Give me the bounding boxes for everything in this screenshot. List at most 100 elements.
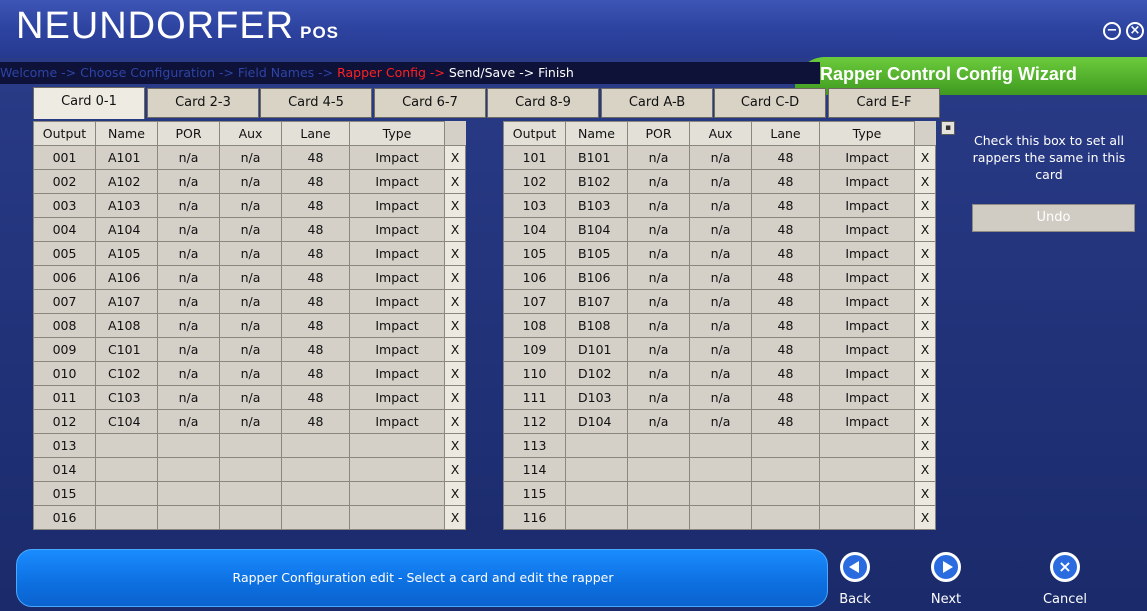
grid-cell-aux[interactable] (689, 457, 752, 482)
grid-cell-por[interactable]: n/a (627, 313, 690, 338)
grid-cell-aux[interactable]: n/a (219, 385, 282, 410)
grid-cell-aux[interactable] (219, 481, 282, 506)
grid-cell-name[interactable]: C101 (95, 337, 158, 362)
grid-cell-lane[interactable]: 48 (751, 217, 820, 242)
grid-cell-por[interactable]: n/a (627, 409, 690, 434)
grid-cell-name[interactable]: B104 (565, 217, 628, 242)
grid-cell-por[interactable]: n/a (157, 241, 220, 266)
grid-cell-lane[interactable]: 48 (281, 409, 350, 434)
grid-cell-lane[interactable]: 48 (751, 313, 820, 338)
grid-cell-lane[interactable]: 48 (281, 385, 350, 410)
grid-cell-aux[interactable]: n/a (219, 361, 282, 386)
delete-row-button[interactable]: X (444, 481, 466, 506)
grid-cell-name[interactable] (95, 505, 158, 530)
delete-row-button[interactable]: X (444, 457, 466, 482)
grid-cell-por[interactable]: n/a (157, 289, 220, 314)
grid-cell-type[interactable]: Impact (819, 337, 915, 362)
grid-cell-name[interactable]: A104 (95, 217, 158, 242)
grid-cell-name[interactable]: C104 (95, 409, 158, 434)
grid-cell-name[interactable]: D102 (565, 361, 628, 386)
card-tab[interactable]: Card A-B (601, 88, 713, 118)
grid-cell-por[interactable]: n/a (627, 385, 690, 410)
grid-cell-name[interactable] (565, 481, 628, 506)
grid-cell-aux[interactable]: n/a (219, 409, 282, 434)
grid-cell-type[interactable]: Impact (349, 313, 445, 338)
delete-row-button[interactable]: X (914, 145, 936, 170)
grid-cell-aux[interactable]: n/a (219, 265, 282, 290)
grid-cell-name[interactable]: D104 (565, 409, 628, 434)
grid-cell-type[interactable]: Impact (819, 361, 915, 386)
grid-cell-por[interactable]: n/a (157, 409, 220, 434)
grid-cell-lane[interactable]: 48 (751, 361, 820, 386)
delete-row-button[interactable]: X (444, 145, 466, 170)
grid-cell-aux[interactable]: n/a (689, 385, 752, 410)
grid-cell-aux[interactable]: n/a (689, 361, 752, 386)
grid-cell-name[interactable]: B108 (565, 313, 628, 338)
grid-cell-type[interactable]: Impact (349, 193, 445, 218)
grid-cell-aux[interactable]: n/a (689, 145, 752, 170)
grid-cell-por[interactable] (627, 481, 690, 506)
grid-cell-lane[interactable] (751, 457, 820, 482)
grid-cell-type[interactable]: Impact (349, 217, 445, 242)
back-button[interactable]: Back (825, 552, 885, 607)
grid-cell-name[interactable] (95, 457, 158, 482)
grid-cell-aux[interactable] (219, 457, 282, 482)
grid-cell-lane[interactable]: 48 (281, 337, 350, 362)
grid-cell-por[interactable]: n/a (157, 193, 220, 218)
grid-cell-name[interactable]: D101 (565, 337, 628, 362)
delete-row-button[interactable]: X (914, 409, 936, 434)
grid-cell-aux[interactable] (689, 481, 752, 506)
grid-cell-type[interactable] (349, 457, 445, 482)
grid-cell-lane[interactable] (751, 433, 820, 458)
delete-row-button[interactable]: X (444, 289, 466, 314)
grid-cell-por[interactable]: n/a (627, 265, 690, 290)
grid-cell-name[interactable] (95, 433, 158, 458)
grid-cell-name[interactable]: A101 (95, 145, 158, 170)
grid-cell-aux[interactable]: n/a (689, 409, 752, 434)
grid-cell-por[interactable]: n/a (157, 265, 220, 290)
close-icon[interactable]: × (1126, 22, 1144, 40)
grid-cell-type[interactable]: Impact (819, 385, 915, 410)
delete-row-button[interactable]: X (914, 169, 936, 194)
delete-row-button[interactable]: X (914, 457, 936, 482)
grid-cell-type[interactable] (819, 481, 915, 506)
delete-row-button[interactable]: X (444, 385, 466, 410)
grid-cell-aux[interactable]: n/a (689, 265, 752, 290)
grid-cell-name[interactable] (565, 457, 628, 482)
grid-cell-aux[interactable]: n/a (689, 337, 752, 362)
grid-cell-por[interactable]: n/a (157, 217, 220, 242)
grid-cell-type[interactable]: Impact (349, 385, 445, 410)
grid-cell-name[interactable]: A105 (95, 241, 158, 266)
grid-cell-name[interactable]: A108 (95, 313, 158, 338)
grid-cell-type[interactable]: Impact (819, 169, 915, 194)
grid-cell-por[interactable]: n/a (157, 169, 220, 194)
grid-cell-aux[interactable]: n/a (219, 145, 282, 170)
grid-cell-type[interactable] (349, 505, 445, 530)
grid-cell-lane[interactable]: 48 (751, 193, 820, 218)
grid-cell-lane[interactable]: 48 (281, 289, 350, 314)
card-tab[interactable]: Card 2-3 (147, 88, 259, 118)
grid-cell-lane[interactable]: 48 (281, 361, 350, 386)
grid-cell-por[interactable]: n/a (627, 193, 690, 218)
grid-cell-type[interactable]: Impact (819, 409, 915, 434)
grid-cell-lane[interactable] (751, 505, 820, 530)
grid-cell-aux[interactable] (689, 433, 752, 458)
undo-button[interactable]: Undo (972, 204, 1135, 232)
card-tab[interactable]: Card E-F (828, 88, 940, 118)
delete-row-button[interactable]: X (914, 217, 936, 242)
grid-cell-por[interactable] (157, 481, 220, 506)
grid-cell-lane[interactable] (281, 457, 350, 482)
delete-row-button[interactable]: X (914, 505, 936, 530)
grid-cell-aux[interactable]: n/a (689, 193, 752, 218)
grid-cell-name[interactable]: B102 (565, 169, 628, 194)
delete-row-button[interactable]: X (914, 481, 936, 506)
grid-cell-aux[interactable] (219, 505, 282, 530)
grid-cell-aux[interactable]: n/a (219, 169, 282, 194)
grid-cell-name[interactable]: C103 (95, 385, 158, 410)
grid-cell-name[interactable]: B105 (565, 241, 628, 266)
grid-cell-lane[interactable]: 48 (751, 385, 820, 410)
grid-cell-aux[interactable] (219, 433, 282, 458)
grid-cell-lane[interactable]: 48 (751, 265, 820, 290)
grid-cell-aux[interactable]: n/a (689, 217, 752, 242)
grid-cell-type[interactable]: Impact (349, 361, 445, 386)
